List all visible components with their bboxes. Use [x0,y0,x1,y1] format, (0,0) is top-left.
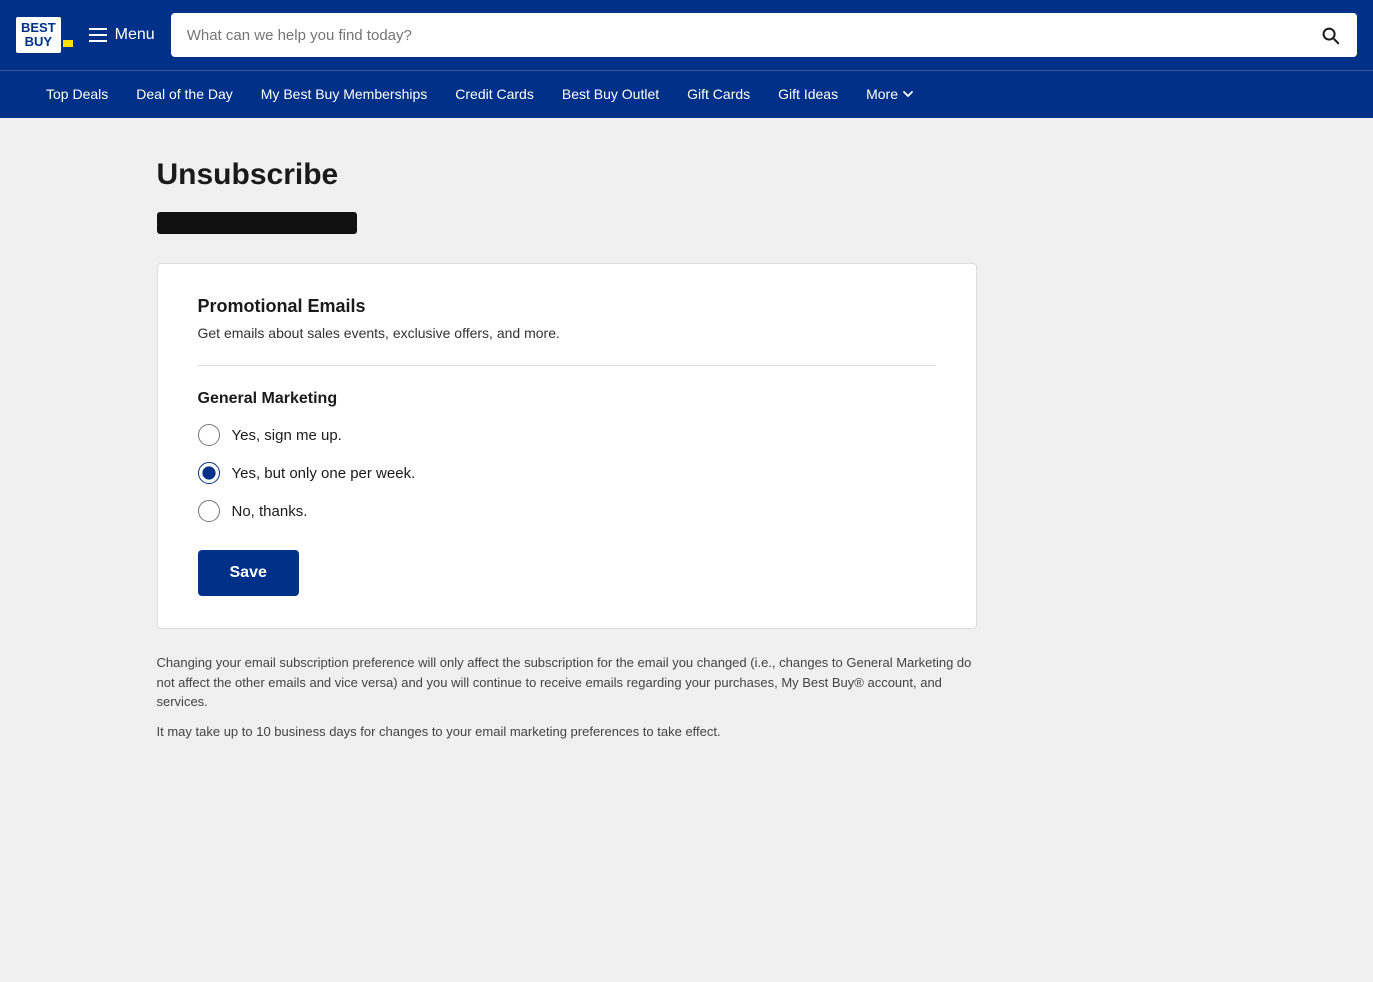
search-input[interactable] [171,27,1303,44]
logo-line1: BEST [21,21,56,35]
main-content: Unsubscribe Promotional Emails Get email… [137,118,1237,791]
nav-item-gift-cards[interactable]: Gift Cards [673,71,764,119]
logo-tag [63,40,73,47]
search-bar [171,13,1357,57]
footer-notes: Changing your email subscription prefere… [157,653,977,741]
logo-button[interactable]: BEST BUY [16,17,73,54]
nav-item-memberships[interactable]: My Best Buy Memberships [247,71,442,119]
section-title: General Marketing [198,390,936,408]
chevron-down-icon [902,88,914,100]
card-description: Get emails about sales events, exclusive… [198,325,936,341]
radio-option-2[interactable]: Yes, but only one per week. [198,462,936,484]
footer-note-2: It may take up to 10 business days for c… [157,722,977,742]
divider [198,365,936,366]
radio-input-2[interactable] [198,462,220,484]
search-icon [1319,24,1341,46]
email-preferences-card: Promotional Emails Get emails about sale… [157,263,977,629]
nav-item-credit-cards[interactable]: Credit Cards [441,71,548,119]
site-header: BEST BUY Menu [0,0,1373,70]
hamburger-icon [89,28,107,42]
more-label: More [866,86,898,102]
radio-label-1: Yes, sign me up. [232,427,342,444]
radio-label-3: No, thanks. [232,503,308,520]
menu-label: Menu [115,26,155,44]
main-nav: Top Deals Deal of the Day My Best Buy Me… [0,70,1373,118]
radio-option-3[interactable]: No, thanks. [198,500,936,522]
search-button[interactable] [1303,13,1357,57]
nav-item-top-deals[interactable]: Top Deals [32,71,122,119]
card-title: Promotional Emails [198,296,936,317]
radio-label-2: Yes, but only one per week. [232,465,416,482]
save-button[interactable]: Save [198,550,299,596]
redacted-email [157,212,357,234]
nav-item-gift-ideas[interactable]: Gift Ideas [764,71,852,119]
logo-line2: BUY [21,35,56,49]
footer-note-1: Changing your email subscription prefere… [157,653,977,712]
nav-item-more[interactable]: More [852,71,928,119]
radio-option-1[interactable]: Yes, sign me up. [198,424,936,446]
radio-group: Yes, sign me up. Yes, but only one per w… [198,424,936,522]
nav-item-deal-of-the-day[interactable]: Deal of the Day [122,71,247,119]
menu-button[interactable]: Menu [89,26,155,44]
radio-input-1[interactable] [198,424,220,446]
page-title: Unsubscribe [157,158,1217,192]
nav-item-outlet[interactable]: Best Buy Outlet [548,71,673,119]
radio-input-3[interactable] [198,500,220,522]
